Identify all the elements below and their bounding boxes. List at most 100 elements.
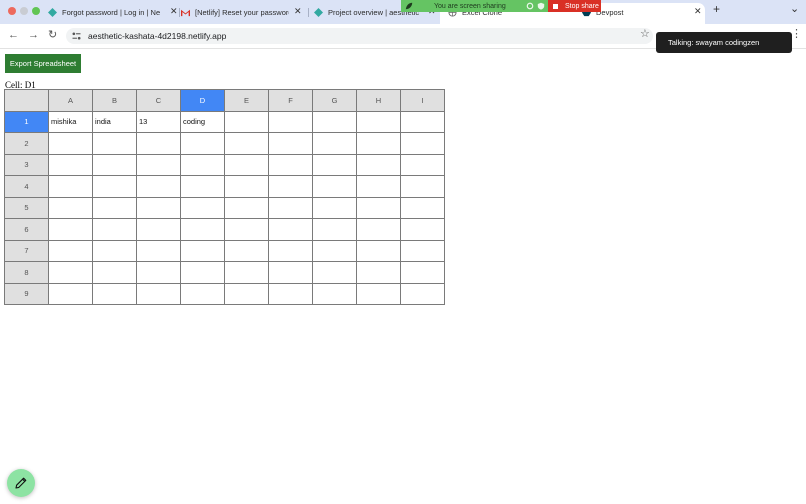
- cell-f7[interactable]: [268, 239, 313, 262]
- new-tab-button[interactable]: +: [713, 3, 720, 15]
- export-spreadsheet-button[interactable]: Export Spreadsheet: [5, 54, 81, 73]
- cell-a9[interactable]: [48, 282, 93, 305]
- cell-i9[interactable]: [400, 282, 445, 305]
- maximize-window-icon[interactable]: [32, 7, 40, 15]
- cell-g9[interactable]: [312, 282, 357, 305]
- cell-f8[interactable]: [268, 261, 313, 284]
- row-header-4[interactable]: 4: [4, 175, 49, 198]
- cell-f2[interactable]: [268, 132, 313, 155]
- column-header-b[interactable]: B: [92, 89, 137, 112]
- url-text[interactable]: aesthetic-kashata-4d2198.netlify.app: [88, 31, 226, 41]
- reload-icon[interactable]: ↻: [48, 28, 57, 42]
- tab-search-chevron-icon[interactable]: ⌄: [790, 4, 799, 15]
- cell-f6[interactable]: [268, 218, 313, 241]
- cell-i4[interactable]: [400, 175, 445, 198]
- more-menu-icon[interactable]: ⋮: [791, 27, 802, 41]
- cell-g5[interactable]: [312, 196, 357, 219]
- column-header-f[interactable]: F: [268, 89, 313, 112]
- row-header-5[interactable]: 5: [4, 196, 49, 219]
- cell-e8[interactable]: [224, 261, 269, 284]
- row-header-2[interactable]: 2: [4, 132, 49, 155]
- cell-b8[interactable]: [92, 261, 137, 284]
- cell-i2[interactable]: [400, 132, 445, 155]
- cell-c6[interactable]: [136, 218, 181, 241]
- cell-b6[interactable]: [92, 218, 137, 241]
- cell-h6[interactable]: [356, 218, 401, 241]
- cell-i7[interactable]: [400, 239, 445, 262]
- cell-h9[interactable]: [356, 282, 401, 305]
- close-tab-icon[interactable]: ✕: [294, 6, 302, 17]
- cell-d8[interactable]: [180, 261, 225, 284]
- site-settings-icon[interactable]: [72, 32, 81, 40]
- cell-h1[interactable]: [356, 110, 401, 133]
- cell-e2[interactable]: [224, 132, 269, 155]
- column-header-h[interactable]: H: [356, 89, 401, 112]
- cell-g7[interactable]: [312, 239, 357, 262]
- close-window-icon[interactable]: [8, 7, 16, 15]
- cell-h8[interactable]: [356, 261, 401, 284]
- cell-c9[interactable]: [136, 282, 181, 305]
- cell-c7[interactable]: [136, 239, 181, 262]
- column-header-a[interactable]: A: [48, 89, 93, 112]
- cell-c8[interactable]: [136, 261, 181, 284]
- cell-a5[interactable]: [48, 196, 93, 219]
- cell-e7[interactable]: [224, 239, 269, 262]
- cell-a3[interactable]: [48, 153, 93, 176]
- cell-e3[interactable]: [224, 153, 269, 176]
- cell-a8[interactable]: [48, 261, 93, 284]
- cell-b3[interactable]: [92, 153, 137, 176]
- cell-d7[interactable]: [180, 239, 225, 262]
- row-header-1[interactable]: 1: [4, 110, 49, 133]
- forward-arrow-icon[interactable]: →: [28, 28, 39, 42]
- annotate-fab-button[interactable]: [7, 469, 35, 497]
- cell-g1[interactable]: [312, 110, 357, 133]
- cell-e5[interactable]: [224, 196, 269, 219]
- column-header-g[interactable]: G: [312, 89, 357, 112]
- column-header-c[interactable]: C: [136, 89, 181, 112]
- back-arrow-icon[interactable]: ←: [8, 28, 19, 42]
- cell-i3[interactable]: [400, 153, 445, 176]
- cell-c5[interactable]: [136, 196, 181, 219]
- cell-h5[interactable]: [356, 196, 401, 219]
- cell-f5[interactable]: [268, 196, 313, 219]
- row-header-7[interactable]: 7: [4, 239, 49, 262]
- cell-a6[interactable]: [48, 218, 93, 241]
- browser-tab-forgot-password[interactable]: Forgot password | Log in | Ne: [48, 4, 166, 21]
- minimize-window-icon[interactable]: [20, 7, 28, 15]
- cell-c1[interactable]: 13: [136, 110, 181, 133]
- cell-i5[interactable]: [400, 196, 445, 219]
- cell-b5[interactable]: [92, 196, 137, 219]
- cell-h3[interactable]: [356, 153, 401, 176]
- cell-b4[interactable]: [92, 175, 137, 198]
- settings-icon[interactable]: [526, 2, 534, 10]
- row-header-9[interactable]: 9: [4, 282, 49, 305]
- cell-f4[interactable]: [268, 175, 313, 198]
- cell-f1[interactable]: [268, 110, 313, 133]
- cell-i6[interactable]: [400, 218, 445, 241]
- cell-d4[interactable]: [180, 175, 225, 198]
- bookmark-star-icon[interactable]: ☆: [640, 27, 650, 41]
- row-header-3[interactable]: 3: [4, 153, 49, 176]
- cell-i1[interactable]: [400, 110, 445, 133]
- browser-tab-gmail[interactable]: [Netlify] Reset your password: [181, 4, 289, 21]
- cell-g4[interactable]: [312, 175, 357, 198]
- cell-d6[interactable]: [180, 218, 225, 241]
- cell-b7[interactable]: [92, 239, 137, 262]
- cell-g3[interactable]: [312, 153, 357, 176]
- cell-b1[interactable]: india: [92, 110, 137, 133]
- stop-share-button[interactable]: Stop share: [548, 0, 601, 12]
- cell-h4[interactable]: [356, 175, 401, 198]
- cell-c3[interactable]: [136, 153, 181, 176]
- cell-a7[interactable]: [48, 239, 93, 262]
- cell-e9[interactable]: [224, 282, 269, 305]
- cell-d9[interactable]: [180, 282, 225, 305]
- row-header-8[interactable]: 8: [4, 261, 49, 284]
- shield-icon[interactable]: [537, 2, 545, 10]
- cell-h7[interactable]: [356, 239, 401, 262]
- cell-g6[interactable]: [312, 218, 357, 241]
- cell-f9[interactable]: [268, 282, 313, 305]
- cell-i8[interactable]: [400, 261, 445, 284]
- cell-a2[interactable]: [48, 132, 93, 155]
- column-header-i[interactable]: I: [400, 89, 445, 112]
- cell-g2[interactable]: [312, 132, 357, 155]
